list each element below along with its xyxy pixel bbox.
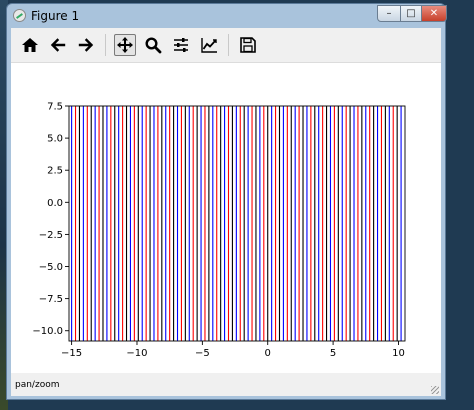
client-area: −15 −10 −5 0 5 10 7.5 5.0 2.5 0.0 −2.5 −5.0 −7.5 −10.… — [11, 28, 441, 396]
arrow-left-icon — [50, 38, 66, 52]
arrow-right-icon — [78, 38, 94, 52]
x-tick-label: −15 — [61, 348, 82, 359]
toolbar-separator — [228, 34, 229, 56]
y-tick-label: −10.0 — [32, 326, 63, 337]
x-tick-label: 10 — [392, 348, 405, 359]
maximize-icon: □ — [406, 8, 416, 19]
y-tick-label: 0.0 — [47, 198, 63, 209]
save-button[interactable] — [237, 34, 259, 56]
magnifier-icon — [145, 37, 162, 54]
back-button[interactable] — [47, 34, 69, 56]
y-tick-label: −5.0 — [39, 262, 63, 273]
toolbar-separator — [105, 34, 106, 56]
y-tick-label: 2.5 — [47, 166, 63, 177]
sliders-icon — [174, 38, 188, 52]
toolbar — [11, 28, 441, 63]
chart-line-icon — [201, 38, 217, 53]
resize-grip[interactable] — [431, 386, 439, 394]
move-icon — [117, 37, 133, 53]
pan-button[interactable] — [114, 34, 136, 56]
status-bar: pan/zoom — [11, 378, 441, 396]
subplots-button[interactable] — [170, 34, 192, 56]
axes-frame — [68, 105, 406, 342]
maximize-button[interactable]: □ — [400, 5, 422, 22]
x-tick-label: −10 — [126, 348, 147, 359]
title-bar[interactable]: Figure 1 – □ ✕ — [7, 4, 447, 28]
plot-area[interactable]: −15 −10 −5 0 5 10 7.5 5.0 2.5 0.0 −2.5 −5.0 −7.5 −10.… — [11, 63, 441, 373]
status-text: pan/zoom — [15, 380, 60, 390]
home-icon — [22, 38, 38, 52]
home-button[interactable] — [19, 34, 41, 56]
figure-window: Figure 1 – □ ✕ −15 −10 −5 0 5 10 7.5 5.0… — [6, 3, 447, 400]
edit-axes-button[interactable] — [198, 34, 220, 56]
x-tick-label: −5 — [195, 348, 210, 359]
figure-canvas[interactable]: −15 −10 −5 0 5 10 7.5 5.0 2.5 0.0 −2.5 −5.0 −7.5 −10.… — [11, 63, 441, 373]
y-tick-label: −2.5 — [39, 230, 63, 241]
app-icon — [13, 9, 26, 22]
forward-button[interactable] — [75, 34, 97, 56]
minimize-icon: – — [386, 8, 392, 19]
minimize-button[interactable]: – — [377, 5, 401, 22]
y-tick-label: −7.5 — [39, 294, 63, 305]
floppy-icon — [240, 37, 256, 53]
zoom-button[interactable] — [142, 34, 164, 56]
y-tick-label: 5.0 — [47, 134, 63, 145]
close-button[interactable]: ✕ — [421, 5, 447, 22]
y-tick-label: 7.5 — [47, 102, 63, 113]
x-tick-label: 0 — [265, 348, 271, 359]
window-title: Figure 1 — [31, 9, 80, 23]
close-icon: ✕ — [429, 8, 439, 19]
x-tick-label: 5 — [330, 348, 336, 359]
